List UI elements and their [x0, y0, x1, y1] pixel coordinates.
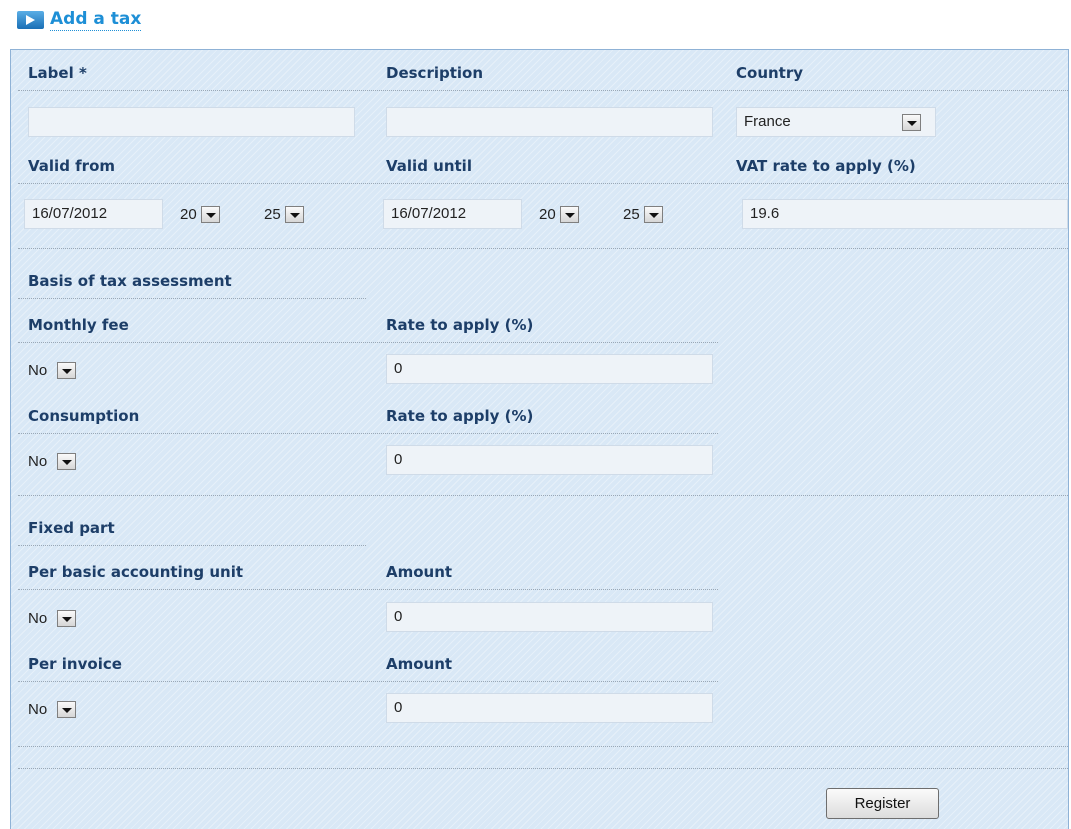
valid-from-date-input[interactable]: 16/07/2012 — [24, 199, 163, 229]
chevron-down-icon[interactable] — [284, 205, 304, 223]
consumption-select[interactable]: No — [24, 446, 77, 476]
divider — [18, 342, 718, 343]
valid-until-hour-value: 20 — [539, 205, 556, 223]
valid-until-minute-select[interactable]: 25 — [619, 199, 663, 229]
valid-until-hour-select[interactable]: 20 — [535, 199, 579, 229]
per-invoice-amount-label: Amount — [386, 655, 453, 673]
country-value: France — [744, 113, 791, 130]
basis-section-title: Basis of tax assessment — [28, 272, 232, 290]
vat-rate-label: VAT rate to apply (%) — [736, 157, 916, 175]
monthly-fee-rate-label: Rate to apply (%) — [386, 316, 534, 334]
divider — [18, 681, 718, 682]
chevron-down-icon[interactable] — [902, 113, 921, 131]
consumption-rate-input[interactable]: 0 — [386, 445, 713, 475]
page-header: Add a tax — [17, 8, 142, 32]
arrow-right-icon — [17, 11, 44, 29]
divider — [18, 589, 718, 590]
chevron-down-icon[interactable] — [57, 609, 77, 627]
monthly-fee-select[interactable]: No — [24, 355, 77, 385]
description-field-label: Description — [386, 64, 484, 82]
page-title[interactable]: Add a tax — [50, 9, 142, 31]
divider — [18, 433, 718, 434]
valid-from-hour-value: 20 — [180, 205, 197, 223]
fixed-part-section-title: Fixed part — [28, 519, 115, 537]
divider — [18, 90, 1068, 91]
chevron-down-icon[interactable] — [57, 361, 77, 379]
valid-until-date-input[interactable]: 16/07/2012 — [383, 199, 522, 229]
per-unit-amount-label: Amount — [386, 563, 453, 581]
label-field-label: Label * — [28, 64, 87, 82]
label-input[interactable] — [28, 107, 355, 137]
consumption-rate-label: Rate to apply (%) — [386, 407, 534, 425]
per-unit-label: Per basic accounting unit — [28, 563, 244, 581]
per-invoice-select[interactable]: No — [24, 694, 77, 724]
vat-rate-input[interactable]: 19.6 — [742, 199, 1068, 229]
valid-from-minute-select[interactable]: 25 — [260, 199, 304, 229]
per-unit-select[interactable]: No — [24, 603, 77, 633]
valid-until-minute-value: 25 — [623, 205, 640, 223]
divider — [18, 746, 1068, 747]
chevron-down-icon[interactable] — [559, 205, 579, 223]
valid-from-hour-select[interactable]: 20 — [176, 199, 220, 229]
chevron-down-icon[interactable] — [57, 452, 77, 470]
valid-until-label: Valid until — [386, 157, 472, 175]
chevron-down-icon[interactable] — [200, 205, 220, 223]
per-invoice-label: Per invoice — [28, 655, 122, 673]
monthly-fee-value: No — [28, 361, 48, 379]
country-field-label: Country — [736, 64, 804, 82]
valid-from-label: Valid from — [28, 157, 116, 175]
valid-from-minute-value: 25 — [264, 205, 281, 223]
divider — [18, 248, 1068, 249]
chevron-down-icon[interactable] — [57, 700, 77, 718]
description-input[interactable] — [386, 107, 713, 137]
divider — [18, 298, 366, 299]
country-select[interactable]: France — [736, 107, 936, 137]
register-button[interactable]: Register — [826, 788, 939, 819]
chevron-down-icon[interactable] — [643, 205, 663, 223]
divider — [18, 768, 1068, 769]
monthly-fee-label: Monthly fee — [28, 316, 129, 334]
divider — [18, 183, 1068, 184]
consumption-label: Consumption — [28, 407, 140, 425]
consumption-value: No — [28, 452, 48, 470]
per-invoice-amount-input[interactable]: 0 — [386, 693, 713, 723]
divider — [18, 495, 1068, 496]
per-unit-amount-input[interactable]: 0 — [386, 602, 713, 632]
per-unit-value: No — [28, 609, 48, 627]
per-invoice-value: No — [28, 700, 48, 718]
divider — [18, 545, 366, 546]
monthly-fee-rate-input[interactable]: 0 — [386, 354, 713, 384]
